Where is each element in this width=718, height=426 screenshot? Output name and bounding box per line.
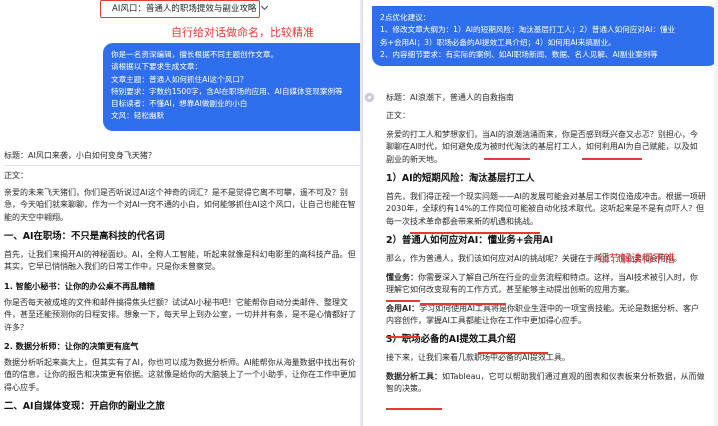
paragraph-line: 如Tableau，它可以帮助我们通过直观的图表和仪表板来分析数据，从而做 bbox=[442, 371, 705, 381]
user-message-line: 文章主题：普通人如何抓住AI这个风口？ bbox=[111, 74, 248, 84]
paragraph-line: 亲爱的打工人和梦想家们，当AI的浪潮汹涌而来，你是否感到既兴奋又忐忑？别担心，今 bbox=[386, 129, 698, 139]
user-message-line: 务+会用AI；3）职场必备的AI提效工具介绍；4）如何用AI来搞副业。 bbox=[380, 37, 616, 47]
user-message-bubble: 你是一名资深编辑，擅长根据不同主题创作文章。 请根据以下要求生成文章： 文章主题… bbox=[103, 43, 360, 131]
user-message-line: 请根据以下要求生成文章： bbox=[111, 62, 203, 72]
paragraph-line: 智的决策。 bbox=[386, 384, 426, 394]
user-message-line: 1、修改文章大纲为：1）AI的短期风险：淘汰基层打工人；2）普通人如何应对AI：… bbox=[380, 25, 676, 35]
paragraph-line: 能的天空中翱翔。 bbox=[4, 212, 68, 222]
annotation-rename: 自行给对话做命名，比较精准 bbox=[171, 26, 314, 39]
subsection-heading: 2. 数据分析师：让你的决策更有底气 bbox=[4, 341, 139, 352]
assistant-avatar-icon bbox=[364, 92, 375, 103]
section-heading: 二、AI自媒体变现：开启你的副业之旅 bbox=[4, 401, 165, 413]
red-underline bbox=[484, 158, 530, 160]
paragraph-line: 急，今天咱们就来聊聊，作为一个对AI一窍不通的小白，如何能够抓住AI这个风口，让… bbox=[4, 200, 356, 210]
paragraph-line: 理解它如何改变现有的工作方式，甚至能够主动提出创新的应用方案。 bbox=[386, 285, 634, 295]
red-underline bbox=[478, 352, 548, 354]
user-message-bubble-2: 2点优化建议： 1、修改文章大纲为：1）AI的短期风险：淘汰基层打工人；2）普通… bbox=[372, 6, 718, 66]
red-underline bbox=[386, 300, 420, 302]
paragraph-line: 你是否每天被成堆的文件和邮件搞得焦头烂额？试试AI小秘书吧！它能帮你自动分类邮件… bbox=[4, 297, 348, 307]
paragraph-line: 数据分析听起来高大上，但其实有了AI，你也可以成为数据分析师。AI能帮你从海量数… bbox=[4, 357, 356, 367]
subsection-heading: 1. 智能小秘书：让你的办公桌不再乱糟糟 bbox=[4, 280, 155, 291]
article-title: 标题：AI风口来袭，小白如何变身飞天猪？ bbox=[4, 151, 156, 160]
paragraph-line: 其实，它早已悄悄融入我们的日常工作中，只是你未曾察觉。 bbox=[4, 262, 220, 272]
article-title: 标题：AI浪潮下，普通人的自救指南 bbox=[386, 93, 514, 102]
bold-label: 数据分析工具： bbox=[386, 371, 442, 381]
red-underline bbox=[582, 158, 642, 160]
paragraph-line: 学习如何使用AI工具将是你职业生涯中的一项宝贵技能。无论是数据分析、客户 bbox=[419, 303, 700, 313]
left-chat-pane: AI风口：普通人的职场提效与副业攻略 自行给对话做命名，比较精准 你是一名资深编… bbox=[0, 0, 360, 426]
user-message-line: 特别要求：字数约1500字，含AI在职场的应用、AI自媒体变现案例等 bbox=[111, 86, 343, 96]
user-message-line: 目标读者：不懂AI，想靠AI做副业的小白 bbox=[111, 99, 248, 109]
conversation-title-dropdown[interactable]: AI风口：普通人的职场提效与副业攻略 bbox=[112, 2, 269, 16]
user-message-line: 2点优化建议： bbox=[380, 13, 431, 22]
paragraph-line: 值的信息，让你的报告和决策更有依据。这就像是给你的大脑装上了一个小助手，让你在工… bbox=[4, 370, 356, 380]
paragraph-line: 接下来，让我们来看几款职场中必备的AI提效工具。 bbox=[386, 353, 570, 363]
paragraph-line: 许多？ bbox=[4, 322, 28, 332]
bold-label: 会用AI： bbox=[386, 303, 420, 313]
body-label: 正文： bbox=[386, 111, 410, 121]
paragraph-line: 件，甚至还能预测你的日程安排。想象一下，每天早上到办公室，一切井井有条，是不是心… bbox=[4, 310, 356, 320]
chevron-down-icon bbox=[261, 2, 269, 11]
section-heading: 2）普通人如何应对AI：懂业务+会用AI bbox=[386, 235, 554, 247]
user-message-line: 文风：轻松幽默 bbox=[111, 111, 165, 121]
annotation-detail: 细节解读得不错 bbox=[598, 252, 675, 265]
paragraph-line: 每一次技术革命都会带来新的机遇和挑战。 bbox=[386, 216, 538, 226]
section-heading: 一、AI在职场：不只是高科技的代名词 bbox=[4, 231, 165, 243]
assistant-answer-2: 标题：AI浪潮下，普通人的自救指南 正文： 亲爱的打工人和梦想家们，当AI的浪潮… bbox=[386, 92, 718, 396]
paragraph-line: 内容创作，掌握AI工具都能让你在工作中更加得心应手。 bbox=[386, 315, 586, 325]
paragraph-line: 首先，让我们来揭开AI的神秘面纱。AI，全称人工智能，听起来就像是科幻电影里的高… bbox=[4, 250, 356, 260]
user-message-line: 2、内容细节要求：有实际的案例、如AI职场新闻、数据、名人见解、AI副业案例等 bbox=[380, 49, 658, 59]
red-underline bbox=[386, 336, 420, 338]
section-heading: 3）职场必备的AI提效工具介绍 bbox=[386, 334, 516, 346]
paragraph-line: 你需要深入了解自己所在行业的业务流程和特点。这样，当AI技术被引入时，你 bbox=[418, 272, 698, 282]
scrollbar[interactable] bbox=[714, 0, 718, 426]
body-label: 正文： bbox=[4, 171, 28, 181]
paragraph-line: 副业的新天地。 bbox=[386, 154, 442, 164]
paragraph-line: 得心应手。 bbox=[4, 382, 44, 392]
red-underline bbox=[410, 232, 540, 234]
user-message-line: 你是一名资深编辑，擅长根据不同主题创作文章。 bbox=[111, 50, 279, 59]
paragraph-line: 2030年，全球约有14%的工作岗位可能被自动化技术取代。这听起来是不是有点吓人… bbox=[386, 204, 705, 214]
paragraph-line: 亲爱的未来飞天猪们，你们是否听说过AI这个神奇的词汇？是不是觉得它离不可攀，遥不… bbox=[4, 187, 348, 197]
section-heading: 1）AI的短期风险：淘汰基层打工人 bbox=[386, 173, 535, 185]
paragraph-line: 首先，我们得正视一个现实问题——AI的发展可能会对基层工作岗位造成冲击。根据一项… bbox=[386, 192, 706, 202]
assistant-answer: 标题：AI风口来袭，小白如何变身飞天猪？ 正文： 亲爱的未来飞天猪们，你们是否听… bbox=[4, 150, 360, 415]
divider bbox=[4, 165, 360, 167]
paragraph-line: 聊聊在AI时代，如何避免成为被时代淘汰的基层打工人，如何利用AI为自己赋能，以及… bbox=[386, 142, 698, 152]
conversation-title: AI风口：普通人的职场提效与副业攻略 bbox=[112, 4, 257, 14]
bold-label: 懂业务： bbox=[386, 272, 418, 282]
red-underline bbox=[420, 303, 506, 305]
red-underline bbox=[386, 408, 442, 410]
